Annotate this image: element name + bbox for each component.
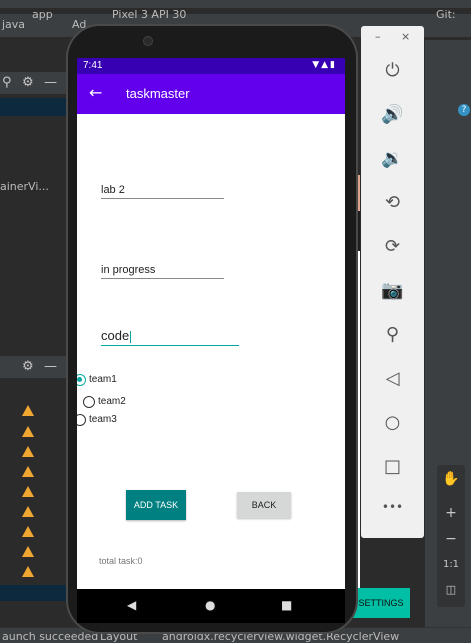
zoom-out-button[interactable]: − [437, 531, 465, 547]
android-status-bar: 7:41 ▼▲▮ [77, 58, 345, 74]
zoom-actual-button[interactable]: 1:1 [437, 559, 465, 570]
app-bar: ← taskmaster [77, 74, 345, 114]
warning-icon [22, 526, 34, 537]
warning-icon [22, 446, 34, 457]
run-config-label[interactable]: app [32, 8, 53, 21]
build-row-selection[interactable] [0, 585, 70, 601]
radio-checked-icon [77, 374, 86, 386]
zoom-fit-icon[interactable]: ◫ [437, 583, 465, 596]
zoom-in-button[interactable]: + [437, 505, 465, 521]
warning-icon [22, 466, 34, 477]
file-tab-label[interactable]: java [2, 18, 25, 31]
add-task-button[interactable]: ADD TASK [126, 490, 186, 520]
radio-label: team1 [89, 374, 117, 385]
settings-button[interactable]: SETTINGS [352, 588, 410, 618]
volume-up-icon[interactable]: 🔊 [361, 104, 424, 125]
task-title-input[interactable]: lab 2 [101, 184, 224, 199]
warning-icon [22, 426, 34, 437]
minimize-icon[interactable]: – [375, 30, 381, 43]
device-screen: 7:41 ▼▲▮ ← taskmaster lab 2 in progress … [77, 58, 345, 589]
gear-icon[interactable]: ⚙ [22, 75, 34, 90]
device-selector-label[interactable]: Pixel 3 API 30 [112, 8, 186, 21]
emulator-controls: – × ⏻ 🔊 🔉 ⟲ ⟳ 📷 ⚲ ◁ ○ □ ••• [361, 26, 424, 538]
project-tool-header: ⚲ ⚙ — [0, 72, 70, 94]
warning-icon [22, 566, 34, 577]
back-arrow-icon[interactable]: ← [89, 83, 102, 102]
radio-unchecked-icon [77, 414, 86, 426]
back-button[interactable]: BACK [237, 492, 291, 518]
warning-icon [22, 546, 34, 557]
rotate-left-icon[interactable]: ⟲ [361, 192, 424, 213]
android-nav-bar: ◀ ● ■ [77, 589, 345, 623]
search-icon[interactable]: ⚲ [2, 75, 12, 90]
more-icon[interactable]: ••• [361, 500, 424, 514]
warning-icon [22, 405, 34, 416]
build-tool-header: ⚙ — [0, 356, 70, 378]
text-caret [130, 330, 132, 343]
hand-icon[interactable]: ✋ [437, 471, 465, 487]
camera-icon[interactable]: 📷 [361, 280, 424, 301]
total-task-label: total task:0 [99, 556, 143, 566]
task-body-value: code [101, 328, 130, 343]
close-icon[interactable]: × [401, 30, 410, 43]
front-camera [143, 36, 153, 46]
project-tree-item[interactable]: ainerVi... [0, 180, 49, 193]
radio-unchecked-icon [83, 396, 95, 408]
zoom-icon[interactable]: ⚲ [361, 324, 424, 345]
home-icon[interactable]: ○ [361, 412, 424, 433]
volume-down-icon[interactable]: 🔉 [361, 148, 424, 169]
power-icon[interactable]: ⏻ [361, 60, 424, 81]
radio-label: team3 [89, 414, 117, 425]
zoom-panel: ✋ + − 1:1 ◫ [437, 465, 465, 607]
project-tree-selection[interactable] [0, 98, 70, 116]
nav-overview-icon[interactable]: ■ [281, 598, 292, 612]
radio-label: team2 [98, 396, 126, 407]
status-time: 7:41 [83, 60, 103, 71]
back-icon[interactable]: ◁ [361, 368, 424, 389]
task-state-input[interactable]: in progress [101, 264, 224, 279]
help-icon[interactable]: ? [458, 104, 470, 116]
nav-back-icon[interactable]: ◀ [127, 598, 136, 612]
status-message: aunch succeeded [2, 630, 99, 643]
rotate-right-icon[interactable]: ⟳ [361, 236, 424, 257]
status-icons: ▼▲▮ [312, 60, 337, 70]
warning-icon [22, 506, 34, 517]
minimize-icon[interactable]: — [44, 75, 57, 90]
gear-icon[interactable]: ⚙ [22, 359, 34, 374]
overview-icon[interactable]: □ [361, 456, 424, 477]
warning-icon [22, 486, 34, 497]
app-title: taskmaster [126, 86, 190, 101]
task-body-input[interactable]: code [101, 328, 239, 346]
nav-home-icon[interactable]: ● [205, 598, 215, 612]
ide-menu-strip [0, 0, 471, 8]
git-label[interactable]: Git: [436, 8, 456, 21]
minimize-icon[interactable]: — [44, 359, 57, 374]
